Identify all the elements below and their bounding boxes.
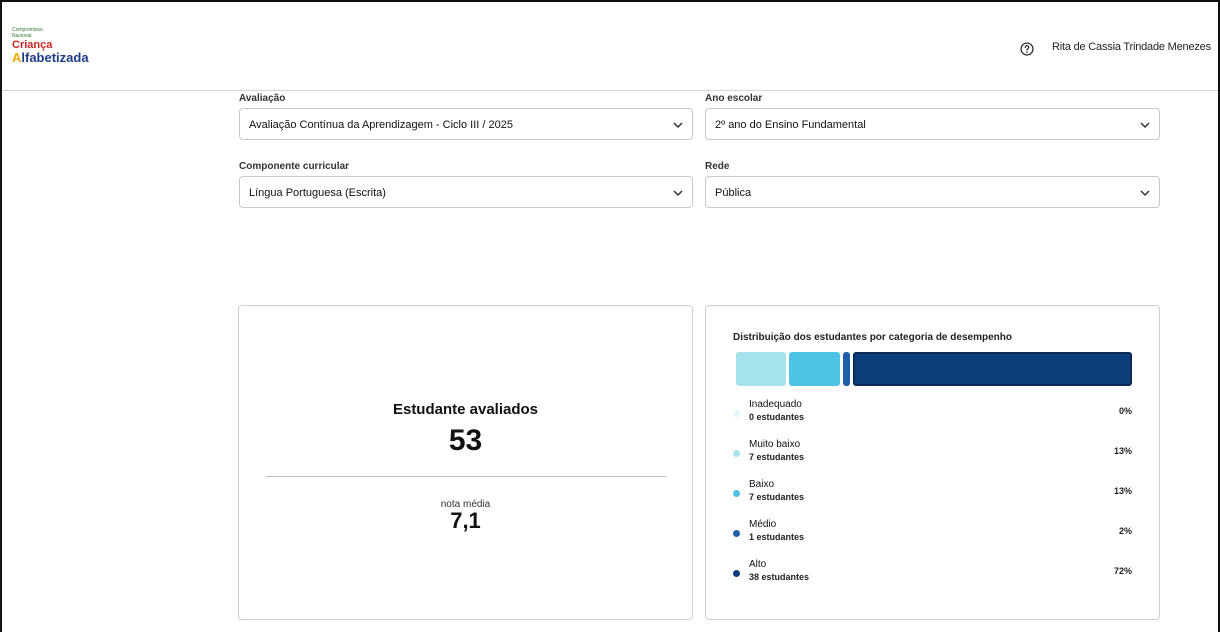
question-circle-icon[interactable] <box>1020 42 1034 56</box>
componente-select[interactable]: Língua Portuguesa (Escrita) <box>239 176 693 208</box>
category-dot-icon <box>733 490 740 497</box>
user-name[interactable]: Rita de Cassia Trindade Menezes <box>1052 41 1211 53</box>
chevron-down-icon <box>1140 122 1150 129</box>
bar-segment-muito-baixo <box>736 352 787 386</box>
students-evaluated-count: 53 <box>448 424 483 457</box>
chevron-down-icon <box>673 122 683 129</box>
chevron-down-icon <box>673 190 683 197</box>
rede-value: Pública <box>715 187 752 199</box>
average-score-value: 7,1 <box>450 508 481 533</box>
logo-line-4-rest: lfabetizada <box>21 50 89 65</box>
category-percent: 0% <box>1118 406 1132 416</box>
students-evaluated-title: Estudante avaliados <box>392 401 539 418</box>
ano-escolar-value: 2º ano do Ensino Fundamental <box>715 119 866 131</box>
category-dot-icon <box>733 450 740 457</box>
chevron-down-icon <box>1140 190 1150 197</box>
avaliacao-label: Avaliação <box>239 93 286 104</box>
category-count: 7 estudantes <box>749 452 805 462</box>
avaliacao-value: Avaliação Contínua da Aprendizagem - Cic… <box>249 119 513 131</box>
app-logo[interactable]: Compromisso Nacional Criança Alfabetizad… <box>12 28 89 65</box>
students-summary-card: Estudante avaliados 53 nota média 7,1 <box>238 305 693 620</box>
category-count: 38 estudantes <box>749 572 810 582</box>
componente-value: Língua Portuguesa (Escrita) <box>249 187 386 199</box>
category-name: Muito baixo <box>749 439 801 450</box>
category-percent: 13% <box>1113 486 1132 496</box>
top-bar: Compromisso Nacional Criança Alfabetizad… <box>2 2 1218 91</box>
category-name: Baixo <box>749 479 775 490</box>
category-row: Muito baixo 7 estudantes 13% <box>706 438 1159 468</box>
logo-initial: A <box>12 50 22 65</box>
summary-divider <box>266 476 666 477</box>
bar-segment-médio <box>842 352 851 386</box>
category-percent: 2% <box>1118 526 1132 536</box>
componente-label: Componente curricular <box>239 161 350 172</box>
bar-segment-alto <box>853 352 1132 386</box>
category-row: Alto 38 estudantes 72% <box>706 558 1159 588</box>
category-name: Médio <box>749 519 777 530</box>
category-name: Inadequado <box>749 399 802 410</box>
rede-label: Rede <box>705 161 730 172</box>
avaliacao-select[interactable]: Avaliação Contínua da Aprendizagem - Cic… <box>239 108 693 140</box>
distribution-title: Distribuição dos estudantes por categori… <box>733 332 1012 343</box>
performance-distribution-card: Distribuição dos estudantes por categori… <box>705 305 1160 620</box>
rede-select[interactable]: Pública <box>705 176 1160 208</box>
category-dot-icon <box>733 410 740 417</box>
category-count: 0 estudantes <box>749 412 805 422</box>
category-row: Médio 1 estudantes 2% <box>706 518 1159 548</box>
category-dot-icon <box>733 570 740 577</box>
bar-segment-baixo <box>789 352 840 386</box>
category-row: Inadequado 0 estudantes 0% <box>706 398 1159 428</box>
category-percent: 13% <box>1113 446 1132 456</box>
logo-line-4: Alfabetizada <box>12 51 89 64</box>
category-percent: 72% <box>1113 566 1132 576</box>
category-row: Baixo 7 estudantes 13% <box>706 478 1159 508</box>
category-count: 7 estudantes <box>749 492 805 502</box>
ano-escolar-select[interactable]: 2º ano do Ensino Fundamental <box>705 108 1160 140</box>
category-name: Alto <box>749 559 767 570</box>
category-count: 1 estudantes <box>749 532 805 542</box>
category-dot-icon <box>733 530 740 537</box>
ano-escolar-label: Ano escolar <box>705 93 763 104</box>
